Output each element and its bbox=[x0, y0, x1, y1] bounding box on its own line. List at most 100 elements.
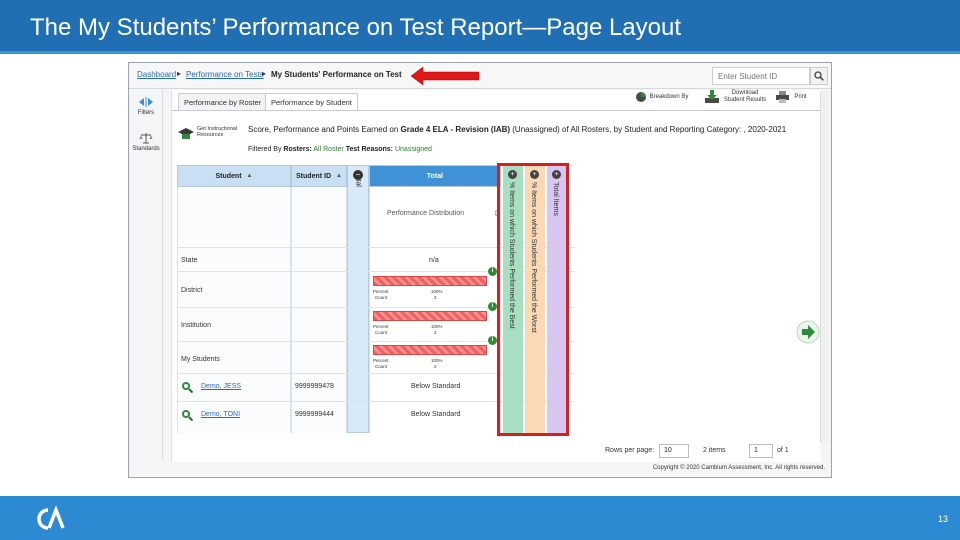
breakdown-by-label: Breakdown By bbox=[649, 94, 689, 100]
my-students-performance-bar[interactable] bbox=[373, 345, 487, 355]
sort-icon: ▲ bbox=[246, 173, 253, 179]
column-header-total[interactable]: Total bbox=[369, 165, 501, 187]
page-of-label: of 1 bbox=[777, 447, 789, 454]
graduation-cap-icon bbox=[178, 128, 194, 139]
page-number: 13 bbox=[937, 514, 948, 524]
scale-icon bbox=[139, 133, 153, 144]
instructional-resources-button[interactable]: Get Instructional Resources bbox=[178, 126, 238, 142]
info-icon[interactable]: i bbox=[488, 302, 497, 311]
row-label-state: State bbox=[181, 257, 198, 264]
student-column bbox=[177, 187, 291, 433]
breadcrumb-dashboard[interactable]: Dashboard bbox=[137, 70, 176, 79]
district-count-value: 2 bbox=[434, 295, 437, 300]
vertical-scrollbar[interactable] bbox=[820, 91, 829, 443]
tab-divider bbox=[172, 110, 822, 111]
test-reasons-label: Test Reasons: bbox=[345, 146, 394, 153]
institution-percent-label: Percent bbox=[373, 324, 389, 329]
items-count-label: 2 items bbox=[703, 447, 726, 454]
print-button[interactable]: Print bbox=[776, 91, 812, 103]
report-assessment-name: Grade 4 ELA - Revision (IAB) bbox=[400, 125, 511, 134]
next-page-arrow-icon[interactable] bbox=[796, 320, 820, 344]
institution-percent-value: 100% bbox=[431, 324, 443, 329]
state-value: n/a bbox=[429, 257, 439, 264]
report-panel: Performance by Roster Performance by Stu… bbox=[171, 90, 822, 462]
my-students-count-value: 2 bbox=[434, 364, 437, 369]
instructional-resources-label: Get Instructional Resources bbox=[197, 126, 238, 138]
rows-per-page-label: Rows per page: bbox=[605, 447, 655, 454]
filters-label: Filters bbox=[137, 110, 155, 116]
breadcrumb-separator: ▸ bbox=[177, 69, 182, 78]
pie-chart-icon bbox=[636, 92, 646, 102]
student-result: Below Standard bbox=[411, 383, 461, 390]
total-header-label: Total bbox=[426, 172, 444, 180]
student-header-label: Student bbox=[215, 172, 242, 180]
standards-button[interactable]: Standards bbox=[131, 132, 161, 152]
info-icon[interactable]: i bbox=[488, 336, 497, 345]
my-students-count-label: Count bbox=[375, 364, 388, 369]
breadcrumb-separator: ▸ bbox=[262, 69, 267, 78]
student-result: Below Standard bbox=[411, 411, 461, 418]
breadcrumb-performance-on-tests[interactable]: Performance on Tests bbox=[186, 70, 264, 79]
breakdown-by-button[interactable]: Breakdown By bbox=[634, 91, 690, 103]
sort-icon: ▲ bbox=[336, 173, 342, 179]
report-description-prefix: Score, Performance and Points Earned on bbox=[248, 125, 401, 134]
total-column bbox=[369, 187, 501, 433]
student-link[interactable]: Demo, TONI bbox=[201, 411, 240, 418]
rosters-label: Rosters: bbox=[283, 146, 312, 153]
page-number-input[interactable]: 1 bbox=[749, 444, 773, 458]
collapse-total-icon[interactable]: − bbox=[353, 170, 363, 180]
district-percent-value: 100% bbox=[431, 289, 443, 294]
tab-performance-by-student[interactable]: Performance by Student bbox=[265, 93, 358, 110]
rosters-value: All Roster bbox=[313, 146, 344, 153]
institution-count-value: 2 bbox=[434, 330, 437, 335]
report-description-suffix: (Unassigned) of All Rosters, by Student … bbox=[510, 125, 787, 134]
student-id-header-label: Student ID bbox=[296, 172, 332, 180]
print-label: Print bbox=[794, 94, 807, 100]
filters-button[interactable]: Filters bbox=[131, 96, 161, 116]
download-student-results-button[interactable]: Download Student Results bbox=[704, 90, 770, 104]
download-label: Download Student Results bbox=[723, 90, 767, 103]
breadcrumb: Dashboard ▸ Performance on Tests ▸ My St… bbox=[129, 63, 831, 89]
filter-summary: Filtered By Rosters: All Roster Test Rea… bbox=[248, 146, 432, 153]
standards-label: Standards bbox=[132, 146, 160, 152]
left-toolbar: Filters Standards bbox=[129, 90, 163, 460]
column-header-total-vertical: Total bbox=[347, 165, 369, 433]
slide-header: The My Students’ Performance on Test Rep… bbox=[0, 0, 960, 54]
student-id-column bbox=[291, 187, 347, 433]
tab-performance-by-roster[interactable]: Performance by Roster bbox=[178, 93, 268, 110]
my-students-percent-value: 100% bbox=[431, 358, 443, 363]
slide-title: The My Students’ Performance on Test Rep… bbox=[30, 14, 682, 41]
row-label-my-students: My Students bbox=[181, 356, 220, 363]
performance-distribution-label: Performance Distribution bbox=[387, 210, 465, 217]
district-percent-label: Percent bbox=[373, 289, 389, 294]
student-id: 9999999478 bbox=[295, 383, 334, 390]
institution-count-label: Count bbox=[375, 330, 388, 335]
student-link[interactable]: Demo, JESS bbox=[201, 383, 241, 390]
report-screenshot: Dashboard ▸ Performance on Tests ▸ My St… bbox=[128, 62, 832, 478]
highlight-box bbox=[497, 163, 569, 436]
district-performance-bar[interactable] bbox=[373, 276, 487, 286]
red-arrow-icon bbox=[411, 66, 480, 86]
institution-performance-bar[interactable] bbox=[373, 311, 487, 321]
student-search-icon[interactable] bbox=[181, 409, 193, 421]
column-header-student-id[interactable]: Student ID ▲ bbox=[291, 165, 347, 187]
student-id-search-input[interactable] bbox=[712, 67, 810, 85]
column-header-student[interactable]: Student ▲ bbox=[177, 165, 291, 187]
my-students-percent-label: Percent bbox=[373, 358, 389, 363]
search-icon bbox=[814, 71, 824, 81]
student-id: 9999999444 bbox=[295, 411, 334, 418]
test-reasons-value: Unassigned bbox=[394, 146, 432, 153]
district-count-label: Count bbox=[375, 295, 388, 300]
breadcrumb-current: My Students' Performance on Test bbox=[271, 70, 402, 79]
student-search-icon[interactable] bbox=[181, 381, 193, 393]
report-description: Score, Performance and Points Earned on … bbox=[248, 124, 813, 135]
search-button[interactable] bbox=[810, 67, 828, 85]
slide-footer bbox=[0, 496, 960, 540]
row-label-district: District bbox=[181, 287, 203, 294]
printer-icon bbox=[776, 91, 789, 103]
info-icon[interactable]: i bbox=[488, 267, 497, 276]
row-label-institution: Institution bbox=[181, 322, 211, 329]
download-icon bbox=[705, 90, 719, 103]
rows-per-page-input[interactable]: 10 bbox=[659, 444, 689, 458]
expand-arrows-icon bbox=[139, 97, 153, 107]
